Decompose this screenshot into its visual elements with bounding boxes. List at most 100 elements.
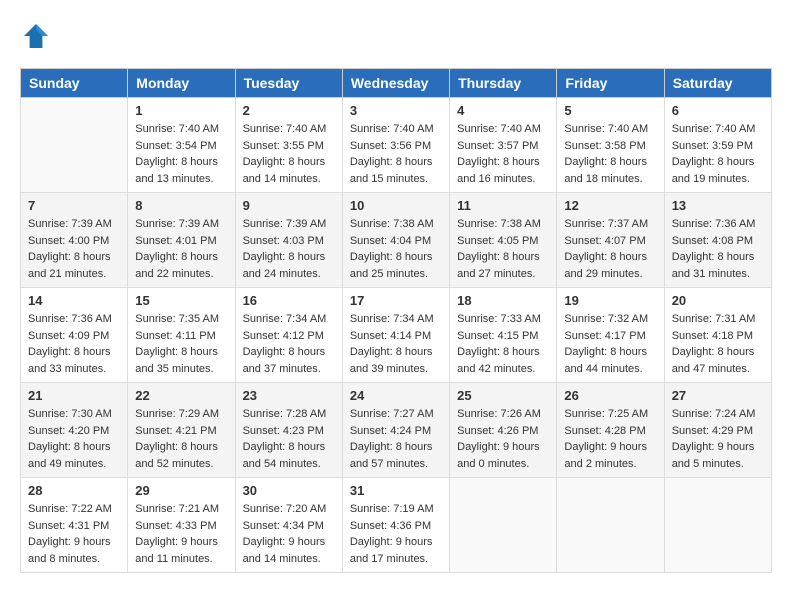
daylight-text: Daylight: 8 hours and 31 minutes. [672, 249, 764, 282]
day-info: Sunrise: 7:39 AMSunset: 4:01 PMDaylight:… [135, 216, 227, 282]
sunset-text: Sunset: 4:12 PM [243, 328, 335, 345]
calendar-week-row: 21 Sunrise: 7:30 AMSunset: 4:20 PMDayligh… [21, 383, 772, 478]
daylight-text: Daylight: 8 hours and 54 minutes. [243, 439, 335, 472]
day-number: 2 [243, 103, 335, 118]
sunset-text: Sunset: 4:24 PM [350, 423, 442, 440]
sunset-text: Sunset: 4:18 PM [672, 328, 764, 345]
day-info: Sunrise: 7:40 AMSunset: 3:59 PMDaylight:… [672, 121, 764, 187]
day-info: Sunrise: 7:30 AMSunset: 4:20 PMDaylight:… [28, 406, 120, 472]
calendar-cell: 21 Sunrise: 7:30 AMSunset: 4:20 PMDayligh… [21, 383, 128, 478]
sunset-text: Sunset: 4:00 PM [28, 233, 120, 250]
daylight-text: Daylight: 8 hours and 27 minutes. [457, 249, 549, 282]
sunset-text: Sunset: 4:21 PM [135, 423, 227, 440]
sunrise-text: Sunrise: 7:40 AM [564, 121, 656, 138]
sunrise-text: Sunrise: 7:33 AM [457, 311, 549, 328]
sunset-text: Sunset: 4:07 PM [564, 233, 656, 250]
sunset-text: Sunset: 3:54 PM [135, 138, 227, 155]
sunrise-text: Sunrise: 7:32 AM [564, 311, 656, 328]
sunset-text: Sunset: 4:33 PM [135, 518, 227, 535]
calendar-cell: 31Sunrise: 7:19 AMSunset: 4:36 PMDayligh… [342, 478, 449, 573]
sunrise-text: Sunrise: 7:34 AM [350, 311, 442, 328]
sunset-text: Sunset: 3:56 PM [350, 138, 442, 155]
day-number: 21 [28, 388, 120, 403]
daylight-text: Daylight: 9 hours and 5 minutes. [672, 439, 764, 472]
day-number: 8 [135, 198, 227, 213]
day-number: 24 [350, 388, 442, 403]
day-info: Sunrise: 7:32 AMSunset: 4:17 PMDaylight:… [564, 311, 656, 377]
logo [20, 20, 56, 52]
calendar-week-row: 7Sunrise: 7:39 AMSunset: 4:00 PMDaylight… [21, 193, 772, 288]
sunrise-text: Sunrise: 7:22 AM [28, 501, 120, 518]
daylight-text: Daylight: 8 hours and 15 minutes. [350, 154, 442, 187]
calendar-cell: 28Sunrise: 7:22 AMSunset: 4:31 PMDayligh… [21, 478, 128, 573]
day-info: Sunrise: 7:39 AMSunset: 4:03 PMDaylight:… [243, 216, 335, 282]
sunrise-text: Sunrise: 7:27 AM [350, 406, 442, 423]
daylight-text: Daylight: 9 hours and 17 minutes. [350, 534, 442, 567]
calendar-cell: 12Sunrise: 7:37 AMSunset: 4:07 PMDayligh… [557, 193, 664, 288]
sunrise-text: Sunrise: 7:36 AM [28, 311, 120, 328]
daylight-text: Daylight: 8 hours and 13 minutes. [135, 154, 227, 187]
daylight-text: Daylight: 8 hours and 44 minutes. [564, 344, 656, 377]
calendar-cell: 23 Sunrise: 7:28 AMSunset: 4:23 PMDayligh… [235, 383, 342, 478]
sunset-text: Sunset: 4:01 PM [135, 233, 227, 250]
day-info: Sunrise: 7:28 AMSunset: 4:23 PMDaylight:… [243, 406, 335, 472]
day-number: 26 [564, 388, 656, 403]
weekday-header: Thursday [450, 69, 557, 98]
weekday-header: Saturday [664, 69, 771, 98]
sunrise-text: Sunrise: 7:40 AM [350, 121, 442, 138]
calendar-cell: 19 Sunrise: 7:32 AMSunset: 4:17 PMDayligh… [557, 288, 664, 383]
calendar-week-row: 14Sunrise: 7:36 AMSunset: 4:09 PMDayligh… [21, 288, 772, 383]
sunset-text: Sunset: 4:23 PM [243, 423, 335, 440]
daylight-text: Daylight: 8 hours and 49 minutes. [28, 439, 120, 472]
daylight-text: Daylight: 8 hours and 21 minutes. [28, 249, 120, 282]
calendar-cell [557, 478, 664, 573]
calendar-cell: 6Sunrise: 7:40 AMSunset: 3:59 PMDaylight… [664, 98, 771, 193]
sunrise-text: Sunrise: 7:19 AM [350, 501, 442, 518]
daylight-text: Daylight: 8 hours and 47 minutes. [672, 344, 764, 377]
weekday-header: Sunday [21, 69, 128, 98]
sunrise-text: Sunrise: 7:38 AM [457, 216, 549, 233]
calendar-cell: 4Sunrise: 7:40 AMSunset: 3:57 PMDaylight… [450, 98, 557, 193]
sunrise-text: Sunrise: 7:40 AM [672, 121, 764, 138]
day-number: 31 [350, 483, 442, 498]
calendar-cell: 5Sunrise: 7:40 AMSunset: 3:58 PMDaylight… [557, 98, 664, 193]
daylight-text: Daylight: 8 hours and 37 minutes. [243, 344, 335, 377]
sunset-text: Sunset: 4:03 PM [243, 233, 335, 250]
calendar-cell: 22Sunrise: 7:29 AMSunset: 4:21 PMDayligh… [128, 383, 235, 478]
day-number: 19 [564, 293, 656, 308]
calendar-cell [664, 478, 771, 573]
calendar-cell: 17Sunrise: 7:34 AMSunset: 4:14 PMDayligh… [342, 288, 449, 383]
day-info: Sunrise: 7:38 AMSunset: 4:04 PMDaylight:… [350, 216, 442, 282]
calendar-cell: 8 Sunrise: 7:39 AMSunset: 4:01 PMDaylight… [128, 193, 235, 288]
day-info: Sunrise: 7:40 AMSunset: 3:58 PMDaylight:… [564, 121, 656, 187]
sunset-text: Sunset: 4:11 PM [135, 328, 227, 345]
daylight-text: Daylight: 8 hours and 52 minutes. [135, 439, 227, 472]
day-number: 16 [243, 293, 335, 308]
calendar-week-row: 28Sunrise: 7:22 AMSunset: 4:31 PMDayligh… [21, 478, 772, 573]
daylight-text: Daylight: 8 hours and 33 minutes. [28, 344, 120, 377]
sunset-text: Sunset: 3:58 PM [564, 138, 656, 155]
day-info: Sunrise: 7:27 AMSunset: 4:24 PMDaylight:… [350, 406, 442, 472]
calendar-cell: 7Sunrise: 7:39 AMSunset: 4:00 PMDaylight… [21, 193, 128, 288]
sunrise-text: Sunrise: 7:21 AM [135, 501, 227, 518]
daylight-text: Daylight: 9 hours and 0 minutes. [457, 439, 549, 472]
daylight-text: Daylight: 8 hours and 42 minutes. [457, 344, 549, 377]
day-number: 1 [135, 103, 227, 118]
calendar-cell: 29Sunrise: 7:21 AMSunset: 4:33 PMDayligh… [128, 478, 235, 573]
sunset-text: Sunset: 4:05 PM [457, 233, 549, 250]
sunrise-text: Sunrise: 7:28 AM [243, 406, 335, 423]
sunrise-text: Sunrise: 7:24 AM [672, 406, 764, 423]
day-info: Sunrise: 7:20 AMSunset: 4:34 PMDaylight:… [243, 501, 335, 567]
sunrise-text: Sunrise: 7:25 AM [564, 406, 656, 423]
daylight-text: Daylight: 8 hours and 22 minutes. [135, 249, 227, 282]
day-number: 23 [243, 388, 335, 403]
daylight-text: Daylight: 9 hours and 8 minutes. [28, 534, 120, 567]
sunset-text: Sunset: 3:59 PM [672, 138, 764, 155]
sunset-text: Sunset: 4:28 PM [564, 423, 656, 440]
weekday-header: Monday [128, 69, 235, 98]
sunset-text: Sunset: 4:15 PM [457, 328, 549, 345]
sunset-text: Sunset: 4:09 PM [28, 328, 120, 345]
calendar-cell: 20Sunrise: 7:31 AMSunset: 4:18 PMDayligh… [664, 288, 771, 383]
sunset-text: Sunset: 4:08 PM [672, 233, 764, 250]
day-number: 10 [350, 198, 442, 213]
